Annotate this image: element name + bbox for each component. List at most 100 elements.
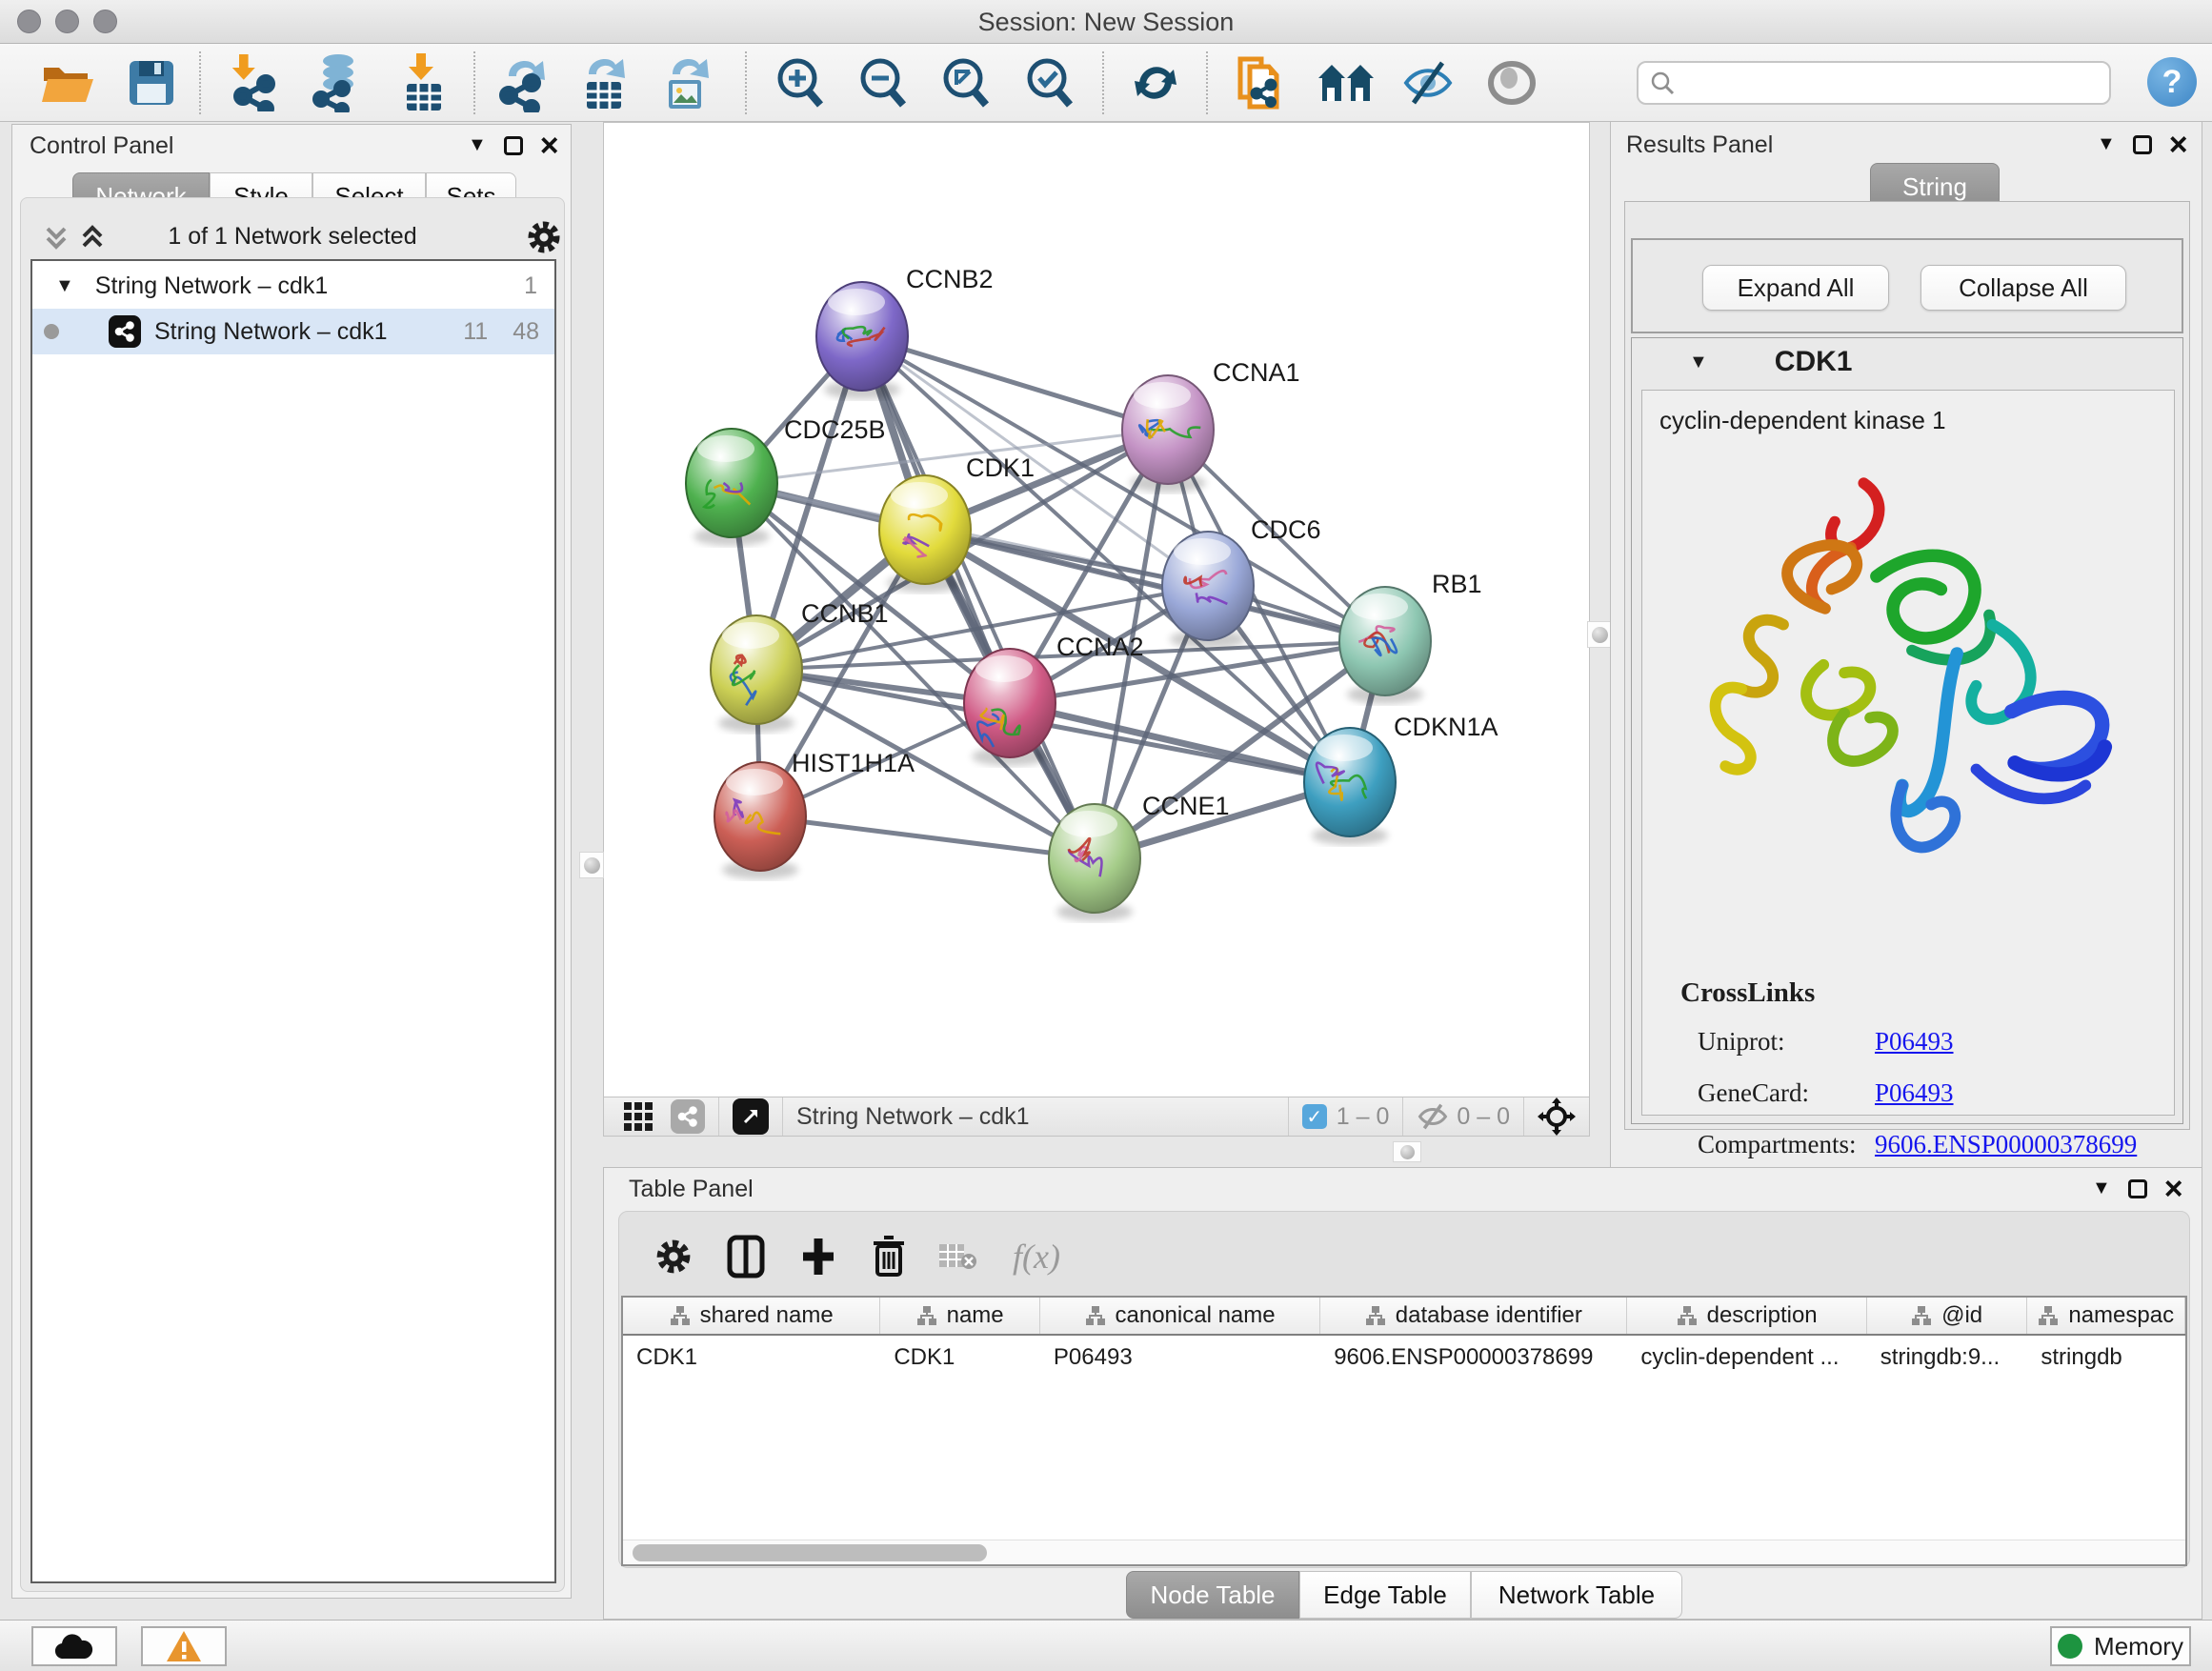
float-panel-icon[interactable] xyxy=(2133,135,2152,154)
show-columns-button[interactable] xyxy=(718,1229,774,1284)
expand-all-button[interactable]: Expand All xyxy=(1702,265,1889,311)
refresh-icon xyxy=(1130,56,1181,110)
tab-network-table[interactable]: Network Table xyxy=(1471,1571,1682,1619)
table-panel-title: Table Panel xyxy=(629,1176,754,1203)
refresh-button[interactable] xyxy=(1126,53,1185,112)
fx-icon: f(x) xyxy=(1013,1237,1060,1277)
hide-unhide-button[interactable] xyxy=(1398,53,1458,112)
crosslink-label: GeneCard: xyxy=(1698,1078,1875,1108)
close-panel-icon[interactable]: × xyxy=(2164,1179,2183,1198)
network-row[interactable]: String Network – cdk1 11 48 xyxy=(32,309,554,354)
column-header-6[interactable]: namespac xyxy=(2027,1298,2185,1334)
zoom-selected-button[interactable] xyxy=(1019,53,1078,112)
table-cell[interactable]: CDK1 xyxy=(623,1338,880,1378)
clone-network-button[interactable] xyxy=(1231,53,1290,112)
float-panel-icon[interactable] xyxy=(504,136,523,155)
network-view-canvas[interactable]: CCNB2CCNA1CDC25BCDK1CDC6RB1CCNB1CCNA2CDK… xyxy=(603,122,1590,1097)
home-button[interactable] xyxy=(1317,53,1376,112)
grid-view-icon[interactable] xyxy=(623,1101,654,1132)
network-selection-summary: 1 of 1 Network selected xyxy=(21,223,564,251)
table-gear-button[interactable] xyxy=(646,1229,701,1284)
gene-details: cyclin-dependent kinase 1 xyxy=(1641,390,2175,1116)
table-row[interactable]: CDK1CDK1P064939606.ENSP00000378699cyclin… xyxy=(623,1338,2185,1378)
export-image-button[interactable] xyxy=(657,53,716,112)
crosslink-link[interactable]: P06493 xyxy=(1875,1027,1954,1056)
tab-node-table[interactable]: Node Table xyxy=(1126,1571,1299,1619)
selected-checkbox-icon[interactable]: ✓ xyxy=(1302,1104,1327,1129)
zoom-in-button[interactable] xyxy=(770,53,829,112)
memory-button[interactable]: Memory xyxy=(2050,1626,2191,1666)
gear-icon[interactable] xyxy=(526,219,562,255)
float-panel-icon[interactable] xyxy=(2128,1179,2147,1198)
plus-icon xyxy=(799,1235,837,1278)
string-results-body: Expand All Collapse All ▼ CDK1 cyclin-de… xyxy=(1624,201,2190,1130)
network-collection-row[interactable]: ▼ String Network – cdk1 1 xyxy=(32,263,554,309)
collapse-all-button[interactable]: Collapse All xyxy=(1920,265,2126,311)
collection-count: 1 xyxy=(524,272,537,300)
table-cell[interactable]: stringdb xyxy=(2027,1338,2185,1378)
left-splitter-handle[interactable] xyxy=(579,852,604,878)
panel-menu-icon[interactable]: ▼ xyxy=(2092,1178,2111,1199)
columns-icon xyxy=(727,1235,765,1278)
create-column-button[interactable] xyxy=(791,1229,846,1284)
crosslink-link[interactable]: 9606.ENSP00000378699 xyxy=(1875,1130,2137,1158)
string-network-graph[interactable]: CCNB2CCNA1CDC25BCDK1CDC6RB1CCNB1CCNA2CDK… xyxy=(604,123,1589,1097)
svg-text:CCNE1: CCNE1 xyxy=(1142,792,1230,820)
bottom-splitter-handle[interactable] xyxy=(1393,1141,1421,1162)
import-table-button[interactable] xyxy=(394,53,453,112)
crosslink-link[interactable]: P06493 xyxy=(1875,1078,1954,1107)
svg-text:CDC25B: CDC25B xyxy=(784,415,886,444)
import-network-file-button[interactable] xyxy=(227,53,286,112)
panel-menu-icon[interactable]: ▼ xyxy=(2097,133,2116,155)
birdseye-view-icon[interactable] xyxy=(733,1098,769,1135)
hierarchy-icon xyxy=(670,1305,691,1326)
close-panel-icon[interactable]: × xyxy=(540,136,559,155)
titlebar: Session: New Session xyxy=(0,0,2212,44)
selected-counts: 1 – 0 xyxy=(1337,1103,1390,1131)
delete-table-button[interactable] xyxy=(930,1229,985,1284)
expand-collapse-box: Expand All Collapse All xyxy=(1631,238,2183,333)
save-session-button[interactable] xyxy=(122,53,181,112)
table-horizontal-scrollbar[interactable] xyxy=(623,1540,2185,1564)
cloud-button[interactable] xyxy=(31,1626,117,1666)
warnings-button[interactable] xyxy=(141,1626,227,1666)
zoom-out-button[interactable] xyxy=(853,53,912,112)
network-view-title: String Network – cdk1 xyxy=(796,1103,1030,1131)
zoom-out-icon xyxy=(855,55,909,111)
network-badge-icon[interactable] xyxy=(671,1099,705,1134)
open-session-button[interactable] xyxy=(38,53,97,112)
save-floppy-icon xyxy=(128,59,175,107)
hierarchy-icon xyxy=(1677,1305,1698,1326)
column-header-0[interactable]: shared name xyxy=(623,1298,880,1334)
table-cell[interactable]: cyclin-dependent ... xyxy=(1627,1338,1866,1378)
help-button[interactable]: ? xyxy=(2147,57,2197,107)
table-panel-body: f(x) shared namenamecanonical namedataba… xyxy=(618,1211,2190,1568)
protein-structure-image xyxy=(1669,448,2155,962)
search-input[interactable] xyxy=(1682,64,2109,102)
function-builder-button[interactable]: f(x) xyxy=(998,1229,1075,1284)
delete-column-button[interactable] xyxy=(861,1229,916,1284)
table-cell[interactable]: stringdb:9... xyxy=(1867,1338,2028,1378)
gene-collapse-icon[interactable]: ▼ xyxy=(1689,352,1708,373)
export-network-button[interactable] xyxy=(495,53,554,112)
zoom-fit-button[interactable] xyxy=(935,53,995,112)
pan-crosshair-icon[interactable] xyxy=(1538,1097,1576,1136)
column-header-5[interactable]: @id xyxy=(1867,1298,2028,1334)
column-header-1[interactable]: name xyxy=(880,1298,1040,1334)
column-header-3[interactable]: database identifier xyxy=(1320,1298,1627,1334)
right-splitter-handle[interactable] xyxy=(1587,621,1612,648)
table-cell[interactable]: 9606.ENSP00000378699 xyxy=(1320,1338,1627,1378)
scrollbar-thumb[interactable] xyxy=(633,1544,987,1561)
grey-eye-button[interactable] xyxy=(1482,53,1541,112)
collection-expand-icon[interactable]: ▼ xyxy=(55,275,74,297)
graph-node-CCNB2 xyxy=(816,282,908,399)
panel-menu-icon[interactable]: ▼ xyxy=(468,134,487,156)
close-panel-icon[interactable]: × xyxy=(2169,135,2188,154)
table-cell[interactable]: P06493 xyxy=(1040,1338,1320,1378)
import-network-database-button[interactable] xyxy=(307,53,366,112)
export-table-button[interactable] xyxy=(575,53,634,112)
tab-edge-table[interactable]: Edge Table xyxy=(1299,1571,1471,1619)
column-header-4[interactable]: description xyxy=(1627,1298,1866,1334)
column-header-2[interactable]: canonical name xyxy=(1040,1298,1320,1334)
table-cell[interactable]: CDK1 xyxy=(880,1338,1040,1378)
